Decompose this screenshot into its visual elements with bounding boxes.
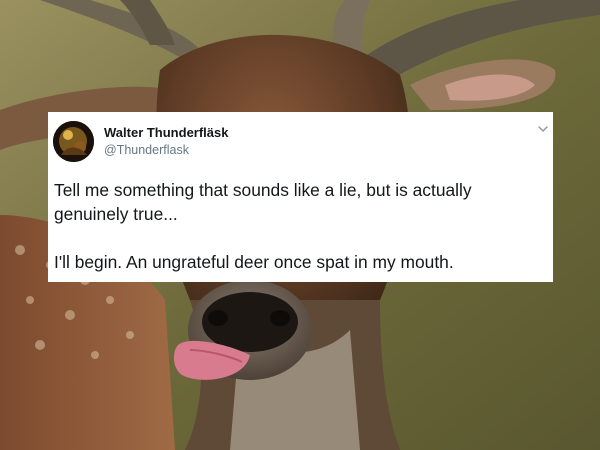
tweet-line: I'll begin. An ungrateful deer once spat…: [54, 252, 454, 272]
user-handle[interactable]: @Thunderflask: [104, 143, 189, 157]
chevron-down-icon[interactable]: [538, 125, 548, 133]
tweet-line: Tell me something that sounds like a lie…: [54, 180, 472, 224]
tweet-text: Tell me something that sounds like a lie…: [54, 178, 544, 274]
avatar[interactable]: [53, 121, 94, 162]
avatar-image-icon: [53, 121, 94, 162]
display-name[interactable]: Walter Thunderfläsk: [104, 125, 228, 140]
tweet-card: Walter Thunderfläsk @Thunderflask Tell m…: [48, 112, 553, 282]
